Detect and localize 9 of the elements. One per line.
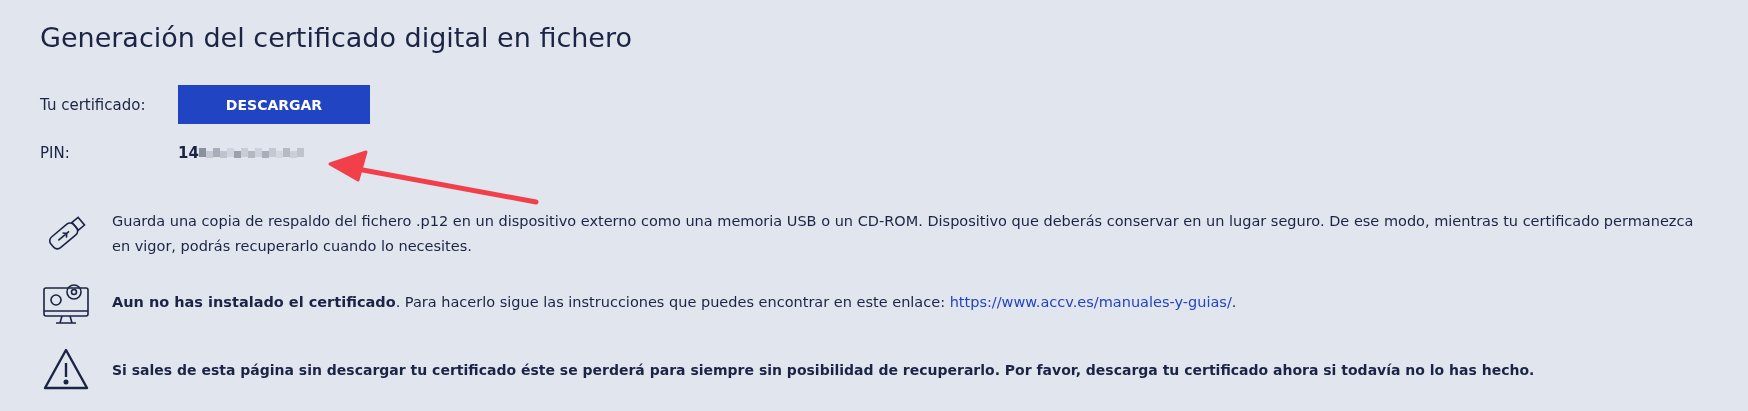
notice-text: Aun no has instalado el certificado. Para hacerlo sigue las instrucciones que puedes encontrar en este enlace: https://www.accv.es/manuales-y-guias/.	[112, 292, 1237, 312]
page-title: Generación del certificado digital en fichero	[40, 22, 633, 53]
guides-link[interactable]: https://www.accv.es/manuales-y-guias/	[949, 293, 1232, 310]
notice-text: Guarda una copia de respaldo del fichero .p12 en un dispositivo externo como una memoria USB o un CD-ROM. Dispositivo que deberás conservar en un lugar seguro. De ese modo, mientras tu certificado permanezca en vigor, podrás recuperarlo cuando lo necesites.	[112, 212, 1695, 256]
pin-value: 14	[178, 144, 199, 162]
certificate-label: Tu certificado:	[40, 95, 147, 114]
pin-label: PIN:	[40, 144, 71, 162]
notice-text: Si sales de esta página sin descargar tu certificado éste se perderá para siempre sin posibilidad de recuperarlo. Por favor, descarga tu certificado ahora si todavía no lo has hecho.	[112, 360, 1535, 380]
download-button[interactable]: DESCARGAR	[178, 85, 370, 124]
